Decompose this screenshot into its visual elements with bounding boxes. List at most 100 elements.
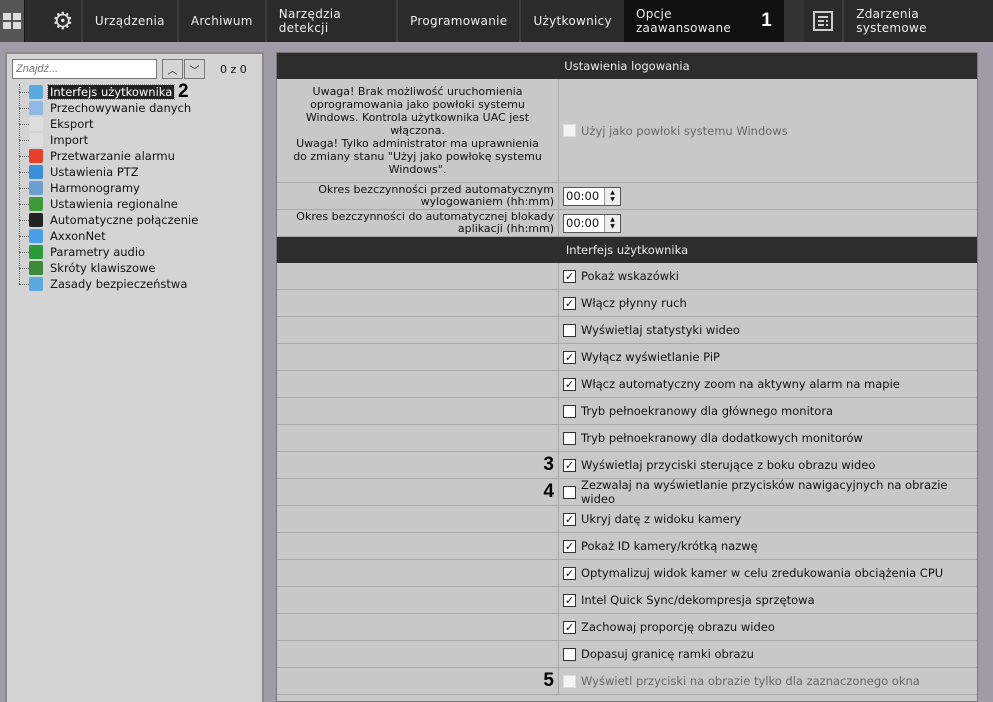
option-label: Włącz automatyczny zoom na aktywny alarm… [581,377,900,391]
tree-item[interactable]: Import [7,132,262,148]
option-row: Tryb pełnoekranowy dla głównego monitora [277,398,977,425]
tab-programowanie[interactable]: Programowanie [396,0,519,42]
tree-item-label: Ustawienia regionalne [50,197,178,211]
tab-archiwum[interactable]: Archiwum [176,0,265,42]
option-checkbox[interactable] [563,404,576,418]
logout-time-stepper[interactable]: 00:00 ▲ ▼ [563,186,621,206]
system-events-icon[interactable] [804,0,843,42]
tree-item-icon [29,149,43,163]
tab-opcje-zaawansowane[interactable]: Opcje zaawansowane 1 [623,0,785,42]
logout-value[interactable]: 00:00 [564,189,604,203]
tab-urzadzenia[interactable]: Urządzenia [80,0,177,42]
next-result-button[interactable]: ﹀ [184,59,205,79]
option-label: Optymalizuj widok kamer w celu zredukowa… [581,566,944,580]
tree-item[interactable]: Parametry audio [7,244,262,260]
tree-item-label: Automatyczne połączenie [50,213,199,227]
marker-5: 5 [543,670,554,691]
option-label: Intel Quick Sync/dekompresja sprzętowa [581,593,815,607]
tree-item[interactable]: AxxonNet [7,228,262,244]
top-nav-bar: ⚙ Urządzenia Archiwum Narzędzia detekcji… [0,0,993,42]
option-label: Dopasuj granicę ramki obrazu [581,647,754,661]
option-checkbox[interactable] [563,647,576,661]
option-checkbox[interactable] [563,674,576,688]
tree-item[interactable]: Zasady bezpieczeństwa [7,276,262,292]
tree-item-icon [29,165,43,179]
grid-menu-icon[interactable] [0,0,25,42]
option-label: Wyłącz wyświetlanie PiP [581,350,720,364]
tab-narzedzia-detekcji[interactable]: Narzędzia detekcji [264,0,396,42]
option-label: Wyświetlaj statystyki wideo [581,323,740,337]
option-row: ✓ Włącz automatyczny zoom na aktywny alar… [277,371,977,398]
option-checkbox[interactable] [563,485,576,499]
gear-icon[interactable]: ⚙ [45,0,81,42]
lock-time-stepper[interactable]: 00:00 ▲ ▼ [563,213,621,233]
tree-item[interactable]: Przechowywanie danych [7,100,262,116]
section-header-ui: Interfejs użytkownika [277,237,977,263]
tree-item-icon [29,245,43,259]
tree-item[interactable]: Przetwarzanie alarmu [7,148,262,164]
option-label: Wyświetlaj przyciski sterujące z boku ob… [581,458,876,472]
shell-checkbox[interactable] [563,124,576,137]
option-label: Zezwalaj na wyświetlanie przycisków nawi… [581,478,948,506]
tree-item-icon [29,101,43,115]
settings-tree-panel: ︿ ﹀ 0 z 0 Interfejs użytkownika 2Przecho… [5,52,264,702]
tree-item[interactable]: Harmonogramy [7,180,262,196]
option-checkbox[interactable]: ✓ [563,377,576,391]
logout-label: Okres bezczynności przed automatycznym w… [277,183,559,209]
tree-item-label: Interfejs użytkownika [46,84,176,100]
spin-arrows-icon[interactable]: ▲ ▼ [604,214,620,232]
marker-4: 4 [543,481,554,502]
tree-item-label: Zasady bezpieczeństwa [50,277,188,291]
option-row: ✓ Pokaż wskazówki [277,263,977,290]
option-checkbox[interactable]: ✓ [563,566,576,580]
option-checkbox[interactable]: ✓ [563,593,576,607]
option-checkbox[interactable]: ✓ [563,620,576,634]
tree-item[interactable]: Automatyczne połączenie [7,212,262,228]
settings-content: Ustawienia logowania Uwaga! Brak możliwo… [276,52,978,702]
option-row: 3 ✓ Wyświetlaj przyciski sterujące z boku… [277,452,977,479]
option-checkbox[interactable]: ✓ [563,269,576,283]
option-row: Dopasuj granicę ramki obrazu [277,641,977,668]
tree-item-icon [29,197,43,211]
option-row: 4 Zezwalaj na wyświetlanie przycisków na… [277,478,977,506]
option-row: ✓ Intel Quick Sync/dekompresja sprzętowa [277,587,977,614]
tree-item-label: Przetwarzanie alarmu [50,149,175,163]
tree-item-icon [29,261,43,275]
lock-value[interactable]: 00:00 [564,216,604,230]
option-checkbox[interactable]: ✓ [563,458,576,472]
option-label: Tryb pełnoekranowy dla głównego monitora [581,404,834,418]
option-checkbox[interactable]: ✓ [563,296,576,310]
option-checkbox[interactable]: ✓ [563,539,576,553]
tree-item-label: Przechowywanie danych [50,101,192,115]
tab-zdarzenia-systemowe[interactable]: Zdarzenia systemowe [842,0,993,42]
tree-item-label: AxxonNet [50,229,106,243]
tree-item[interactable]: Interfejs użytkownika 2 [7,81,262,102]
option-checkbox[interactable]: ✓ [563,350,576,364]
option-checkbox[interactable] [563,431,576,445]
option-label: Tryb pełnoekranowy dla dodatkowych monit… [581,431,863,445]
tree-item-label: Parametry audio [50,245,146,259]
tree-item[interactable]: Ustawienia PTZ [7,164,262,180]
tab-label: Opcje zaawansowane [635,7,732,35]
tree-item-icon [29,85,43,99]
option-label: Zachowaj proporcję obrazu wideo [581,620,775,634]
tree-item-icon [29,133,43,147]
tree-item[interactable]: Skróty klawiszowe [7,260,262,276]
tree-item-label: Import [50,133,89,147]
spin-arrows-icon[interactable]: ▲ ▼ [604,187,620,205]
lock-label: Okres bezczynności do automatycznej blok… [277,210,559,236]
option-row: ✓ Optymalizuj widok kamer w celu zredukow… [277,560,977,587]
option-label: Ukryj datę z widoku kamery [581,512,742,526]
option-row: ✓ Wyłącz wyświetlanie PiP [277,344,977,371]
prev-result-button[interactable]: ︿ [162,59,183,79]
search-input[interactable] [12,59,157,79]
tree-item-icon [29,277,43,291]
tree-item[interactable]: Eksport [7,116,262,132]
tab-uzytkownicy[interactable]: Użytkownicy [519,0,624,42]
tree-item[interactable]: Ustawienia regionalne [7,196,262,212]
option-label: Pokaż wskazówki [581,269,679,283]
option-checkbox[interactable] [563,323,576,337]
option-row: ✓ Zachowaj proporcję obrazu wideo [277,614,977,641]
option-row: Tryb pełnoekranowy dla dodatkowych monit… [277,425,977,452]
option-checkbox[interactable]: ✓ [563,512,576,526]
